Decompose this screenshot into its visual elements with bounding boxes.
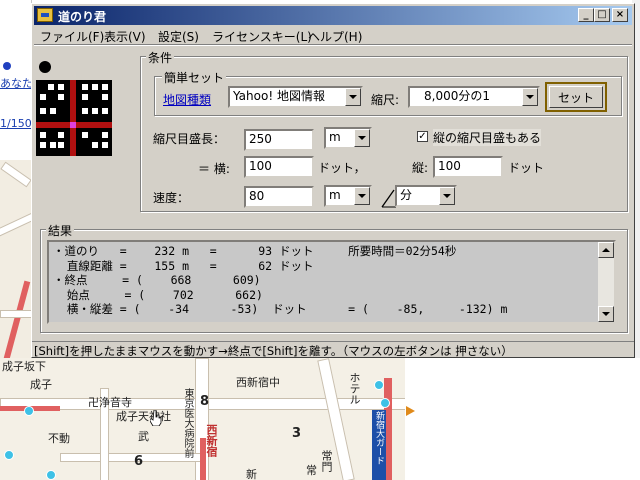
scale-select[interactable]: 8,000分の1 [408, 86, 540, 108]
scale-value: 8,000分の1 [424, 89, 490, 103]
menu-separator [34, 44, 632, 46]
results-text: ・道のり = 232 m = 93 ドット 所要時間＝02分54秒 直線距離 =… [53, 244, 507, 317]
map-label: 6 [134, 454, 144, 469]
chevron-down-icon[interactable] [354, 129, 370, 147]
result-line: 始点 = ( 702 662) [53, 287, 263, 302]
app-window: 道のり君 _ □ × ファイル(F) 表示(V) 設定(S) ライセンスキー(L… [31, 3, 635, 358]
chevron-down-icon[interactable] [354, 187, 370, 205]
vertical-scale-checkbox-label: 縦の縮尺目盛もある [433, 129, 542, 146]
map-blank-area [405, 358, 640, 480]
speed-label: 速度： [153, 191, 190, 205]
background-bullet [3, 62, 11, 70]
map-label: 成子天神社 [116, 410, 171, 423]
set-button[interactable]: セット [545, 82, 607, 112]
map-label: 東京医大病院前 [182, 388, 193, 458]
result-line: ・終点 = ( 668 609) [53, 273, 261, 288]
speed-unit-value: m [329, 188, 341, 202]
speed-input[interactable]: 80 [244, 186, 314, 208]
map-label: 西新宿 [205, 424, 218, 457]
map-label: 成子 [30, 378, 52, 391]
dots-unit-label: ドット [508, 161, 545, 175]
map-fragment-bottom: 成子坂下 成子 卍浄音寺 成子天神社 西新宿中 西新宿 東京医大病院前 ホテル … [0, 358, 405, 480]
vertical-scale-checkbox[interactable]: ✓ 縦の縮尺目盛もある [417, 129, 551, 146]
vertical-dots-input[interactable]: 100 [433, 156, 503, 178]
map-label: 常 [306, 464, 317, 477]
results-group-label: 結果 [46, 222, 75, 239]
per-slash-icon [381, 189, 396, 208]
horizontal-dots-input[interactable]: 100 [244, 156, 314, 178]
hand-cursor-icon [150, 410, 162, 426]
window-title: 道のり君 [58, 10, 107, 24]
horizontal-label: ＝ 横: [198, 162, 230, 176]
speed-unit-select[interactable]: m [324, 185, 372, 207]
map-label: 常門 [320, 450, 333, 472]
chevron-down-icon[interactable] [345, 88, 361, 106]
title-bar[interactable]: 道のり君 _ □ × [34, 6, 632, 25]
menu-bar: ファイル(F) 表示(V) 設定(S) ライセンスキー(L) ヘルプ(H) [34, 26, 632, 44]
background-link[interactable]: 1/150 [0, 117, 32, 130]
time-unit-value: 分 [400, 188, 413, 202]
status-bar: [Shift]を押したままマウスを動かす→終点で[Shift]を離す。（マウスの… [32, 341, 634, 358]
conditions-group-label: 条件 [146, 49, 175, 66]
scale-tick-unit-value: m [329, 130, 341, 144]
map-marker-icon [406, 406, 415, 416]
route-grid-icon [36, 80, 112, 156]
map-label-badge: 新宿大ガード [372, 410, 386, 480]
app-icon [37, 8, 53, 22]
result-line: ・道のり = 232 m = 93 ドット 所要時間＝02分54秒 [53, 244, 457, 258]
map-fragment-left [0, 160, 31, 360]
time-unit-select[interactable]: 分 [395, 185, 457, 207]
map-label: 新 [246, 468, 257, 480]
preset-group-label: 簡単セット [162, 69, 227, 86]
map-label: 不動 [48, 432, 70, 445]
maximize-button[interactable]: □ [594, 8, 610, 22]
results-textarea[interactable]: ・道のり = 232 m = 93 ドット 所要時間＝02分54秒 直線距離 =… [47, 240, 616, 324]
vertical-label: 縦: [412, 161, 429, 175]
menu-help[interactable]: ヘルプ(H) [308, 28, 362, 45]
status-text: [Shift]を押したままマウスを動かす→終点で[Shift]を離す。（マウスの… [34, 344, 513, 358]
results-scrollbar[interactable] [598, 242, 614, 322]
scale-label: 縮尺: [371, 93, 400, 107]
background-link[interactable]: あなた [0, 75, 33, 91]
checkbox-check-icon[interactable]: ✓ [417, 131, 428, 142]
map-label: 成子坂下 [2, 360, 46, 373]
menu-view[interactable]: 表示(V) [104, 28, 146, 45]
scroll-up-icon[interactable] [598, 242, 614, 258]
map-label: 3 [292, 426, 302, 441]
menu-settings[interactable]: 設定(S) [158, 28, 199, 45]
set-button-label: セット [549, 86, 603, 108]
chevron-down-icon[interactable] [439, 187, 455, 205]
dots-unit-label: ドット， [318, 161, 366, 175]
map-label: 武 [138, 430, 149, 443]
direction-dot-icon [39, 61, 51, 73]
map-type-value: Yahoo! 地図情報 [233, 89, 325, 103]
scale-tick-unit-select[interactable]: m [324, 127, 372, 149]
result-line: 直線距離 = 155 m = 62 ドット [53, 258, 314, 273]
scale-tick-label: 縮尺目盛長： [153, 132, 226, 146]
close-button[interactable]: × [612, 8, 628, 22]
scale-tick-input[interactable]: 250 [244, 129, 314, 151]
map-label: ホテル [348, 372, 361, 405]
result-line: 横・縦差 = ( -34 -53) ドット = ( -85, -132) m [53, 302, 508, 317]
menu-license-key[interactable]: ライセンスキー(L) [212, 28, 312, 45]
map-label: 8 [200, 394, 210, 409]
map-type-link[interactable]: 地図種類 [163, 91, 211, 108]
scroll-down-icon[interactable] [598, 306, 614, 322]
menu-file[interactable]: ファイル(F) [40, 28, 104, 45]
map-label: 西新宿中 [236, 376, 280, 389]
map-type-select[interactable]: Yahoo! 地図情報 [228, 86, 363, 108]
minimize-button[interactable]: _ [578, 8, 594, 22]
chevron-down-icon[interactable] [522, 88, 538, 106]
